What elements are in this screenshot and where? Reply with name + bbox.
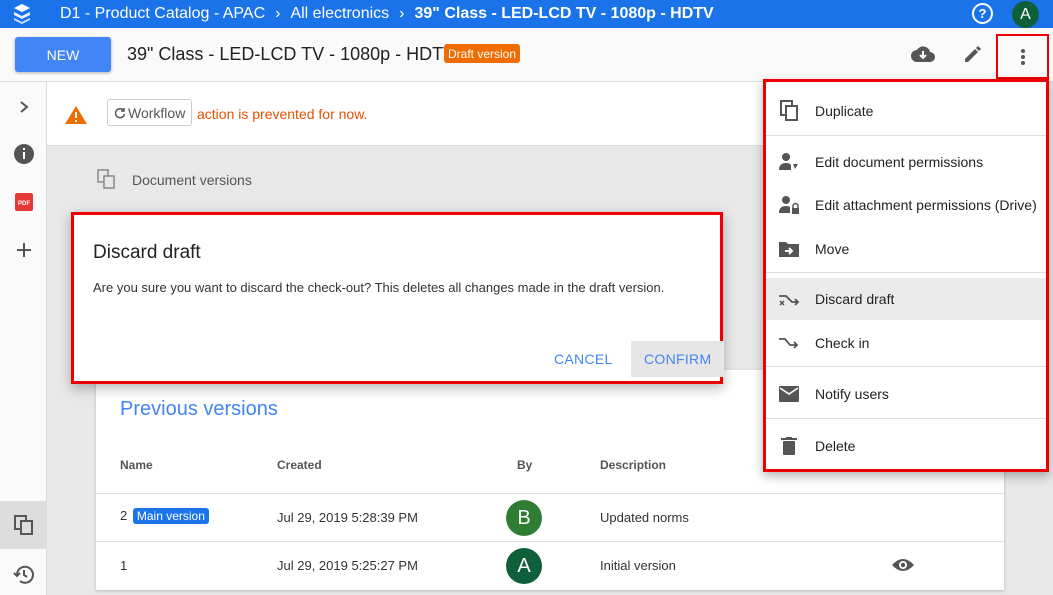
version-name-cell: 2 Main version [120, 508, 209, 524]
workflow-label: Workflow [128, 104, 186, 121]
menu-item-label: Move [815, 241, 850, 257]
author-avatar: A [506, 548, 542, 584]
chevron-right-icon: › [275, 5, 281, 22]
person-lock-icon [778, 194, 800, 216]
breadcrumb-catalog[interactable]: D1 - Product Catalog - APAC [60, 5, 265, 23]
menu-item-label: Delete [815, 438, 856, 454]
chevron-right-icon: › [399, 5, 405, 22]
main-version-badge: Main version [132, 508, 209, 524]
column-header-created: Created [277, 458, 322, 472]
menu-divider [766, 418, 1046, 419]
previous-versions-title: Previous versions [120, 398, 278, 420]
menu-item-label: Check in [815, 335, 870, 351]
breadcrumb-folder[interactable]: All electronics [290, 5, 389, 23]
folder-move-icon [778, 238, 800, 260]
copy-icon [778, 100, 800, 122]
person-edit-icon [778, 151, 800, 173]
menu-item-notify-users[interactable]: Notify users [766, 373, 1046, 415]
dialog-body: Are you sure you want to discard the che… [93, 280, 665, 295]
expand-chevron-icon[interactable] [0, 92, 47, 122]
cancel-button[interactable]: CANCEL [541, 341, 626, 377]
help-icon[interactable]: ? [972, 3, 993, 24]
trash-icon [778, 435, 800, 457]
breadcrumb-current: 39" Class - LED-LCD TV - 1080p - HDTV [414, 5, 714, 22]
versions-icon [97, 169, 115, 189]
created-cell: Jul 29, 2019 5:25:27 PM [277, 558, 418, 573]
workflow-chip[interactable]: Workflow [107, 99, 193, 126]
menu-divider [766, 272, 1046, 273]
menu-item-label: Edit document permissions [815, 154, 984, 170]
page-title: 39" Class - LED-LCD TV - 1080p - HDTV [127, 44, 456, 64]
document-header: NEW 39" Class - LED-LCD TV - 1080p - HDT… [0, 28, 1053, 82]
table-row[interactable]: 2 Main version Jul 29, 2019 5:28:39 PM B… [96, 493, 1004, 541]
menu-item-label: Edit attachment permissions (Drive) [815, 197, 1037, 213]
more-vert-icon [1020, 48, 1025, 65]
more-options-button[interactable] [996, 34, 1049, 79]
more-options-menu: Duplicate Edit document permissions Edit… [763, 79, 1049, 472]
menu-divider [766, 366, 1046, 367]
new-button[interactable]: NEW [15, 37, 111, 72]
menu-item-label: Discard draft [815, 291, 895, 307]
author-avatar: B [506, 500, 542, 536]
left-rail: PDF [0, 82, 47, 595]
pdf-icon[interactable]: PDF [0, 187, 47, 217]
column-header-name: Name [120, 458, 153, 472]
menu-item-label: Notify users [815, 386, 889, 402]
table-row[interactable]: 1 Jul 29, 2019 5:25:27 PM A Initial vers… [96, 541, 1004, 589]
cloud-download-icon[interactable] [910, 41, 936, 67]
top-bar: D1 - Product Catalog - APAC › All electr… [0, 0, 1053, 28]
menu-divider [766, 135, 1046, 136]
warning-icon [64, 105, 88, 130]
history-icon[interactable] [0, 560, 47, 590]
column-header-by: By [517, 458, 533, 472]
document-versions-label: Document versions [132, 172, 252, 188]
created-cell: Jul 29, 2019 5:28:39 PM [277, 510, 418, 525]
view-eye-icon[interactable] [891, 557, 915, 578]
refresh-icon [114, 107, 126, 118]
add-icon[interactable] [0, 235, 47, 265]
workflow-warning: Workflow action is prevented for now. [47, 82, 767, 146]
description-cell: Updated norms [600, 510, 689, 525]
check-in-icon [778, 332, 800, 354]
menu-item-move[interactable]: Move [766, 228, 1046, 270]
menu-item-check-in[interactable]: Check in [766, 322, 1046, 364]
mail-icon [778, 383, 800, 405]
menu-item-label: Duplicate [815, 103, 874, 119]
version-number: 1 [120, 558, 128, 573]
edit-pencil-icon[interactable] [960, 41, 986, 67]
confirm-button[interactable]: CONFIRM [631, 341, 725, 377]
menu-item-duplicate[interactable]: Duplicate [766, 90, 1046, 132]
menu-item-delete[interactable]: Delete [766, 425, 1046, 467]
info-icon[interactable] [0, 139, 47, 169]
discard-icon [778, 288, 800, 310]
column-header-description: Description [600, 458, 667, 472]
menu-item-edit-document-permissions[interactable]: Edit document permissions [766, 141, 1046, 183]
menu-item-edit-attachment-permissions[interactable]: Edit attachment permissions (Drive) [766, 184, 1046, 226]
document-versions-header: Document versions [96, 168, 252, 192]
warning-text: action is prevented for now. [197, 106, 368, 122]
app-logo-icon[interactable] [0, 0, 44, 28]
draft-version-badge: Draft version [444, 44, 521, 63]
versions-icon[interactable] [0, 501, 47, 549]
version-number: 2 [120, 508, 128, 523]
description-cell: Initial version [600, 558, 676, 573]
menu-item-discard-draft[interactable]: Discard draft [766, 278, 1046, 320]
dialog-title: Discard draft [93, 242, 201, 263]
user-avatar[interactable]: A [1012, 1, 1039, 28]
svg-text:PDF: PDF [18, 201, 30, 207]
discard-draft-dialog: Discard draft Are you sure you want to d… [71, 212, 725, 384]
